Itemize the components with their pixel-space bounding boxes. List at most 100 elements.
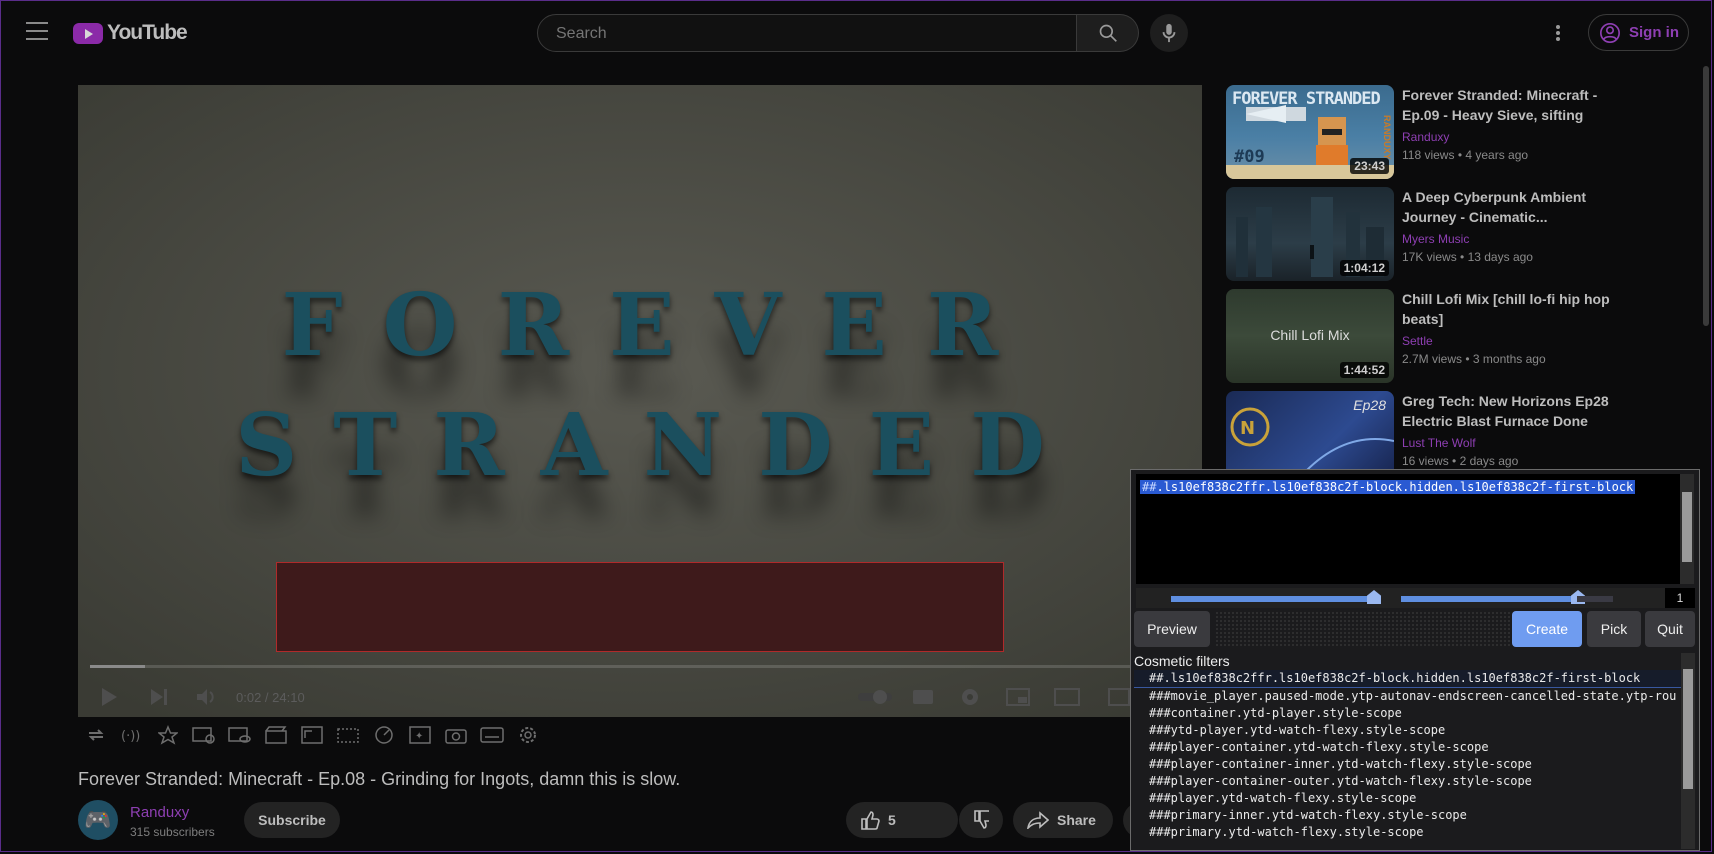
video-thumbnail[interactable]: FOREVER STRANDED #09 RANDUXY 23:43 [1226, 85, 1394, 179]
sign-in-label: Sign in [1629, 24, 1679, 41]
cosmetic-filter-item[interactable]: ###container.ytd-player.style-scope [1134, 705, 1682, 722]
voice-search-button[interactable] [1150, 14, 1188, 52]
cosmetic-filter-item[interactable]: ###player.ytd-watch-flexy.style-scope [1134, 790, 1682, 807]
cosmetic-list-scrollbar[interactable] [1681, 653, 1695, 849]
youtube-logo[interactable]: YouTube [73, 20, 188, 46]
recommendation-title[interactable]: Chill Lofi Mix [chill lo-fi hip hop beat… [1402, 289, 1612, 329]
like-count: 5 [888, 812, 896, 828]
textarea-scrollbar-thumb[interactable] [1682, 492, 1692, 562]
extension-settings-icon[interactable] [516, 723, 540, 747]
volume-icon [197, 689, 214, 705]
depth-slider[interactable] [1171, 590, 1381, 604]
page-scrollbar[interactable] [1703, 66, 1711, 326]
video-duration: 1:44:52 [1339, 362, 1389, 378]
recommendation-channel[interactable]: Myers Music [1402, 232, 1469, 246]
watched-icon[interactable] [228, 723, 252, 747]
fullscreen-icon [1108, 688, 1130, 706]
element-picker-panel: ##.ls10ef838c2ffr.ls10ef838c2f-block.hid… [1130, 469, 1700, 851]
filter-textarea[interactable]: ##.ls10ef838c2ffr.ls10ef838c2f-block.hid… [1136, 474, 1684, 584]
speed-icon[interactable] [372, 723, 396, 747]
create-button[interactable]: Create [1512, 611, 1582, 647]
upload-age: 3 months ago [1472, 352, 1546, 366]
cosmetic-filter-item[interactable]: ###player-container-outer.ytd-watch-flex… [1134, 773, 1682, 790]
autoplay-toggle[interactable] [858, 685, 892, 709]
cosmetic-filter-item[interactable]: ##.ls10ef838c2ffr.ls10ef838c2f-block.hid… [1134, 670, 1682, 688]
cinema-mode-icon[interactable] [336, 723, 360, 747]
depth-slider-knob[interactable] [1367, 590, 1381, 604]
subscribe-button[interactable]: Subscribe [244, 802, 340, 838]
search-input[interactable] [554, 24, 1058, 44]
specificity-sliders [1136, 588, 1684, 608]
video-thumbnail[interactable]: Chill Lofi Mix 1:44:52 [1226, 289, 1394, 383]
clapperboard-icon[interactable] [264, 723, 288, 747]
recommendation-item[interactable]: FOREVER STRANDED #09 RANDUXY 23:43 Forev… [1226, 85, 1626, 181]
theater-button[interactable] [1054, 685, 1080, 709]
dislike-button[interactable] [959, 802, 1003, 838]
toggle-icon [858, 690, 892, 704]
sign-in-button[interactable]: Sign in [1588, 14, 1689, 51]
recommendation-channel[interactable]: Randuxy [1402, 130, 1449, 144]
cosmetic-filter-item[interactable]: ###movie_player.paused-mode.ytp-autonav-… [1134, 688, 1682, 705]
page-scrollbar-thumb[interactable] [1703, 66, 1709, 326]
cosmetic-filters-label: Cosmetic filters [1134, 653, 1230, 669]
recommendation-meta: 118 views • 4 years ago [1402, 148, 1529, 162]
settings-button[interactable] [960, 685, 980, 709]
more-options-icon[interactable] [1548, 20, 1568, 46]
recommendation-title[interactable]: Greg Tech: New Horizons Ep28 Electric Bl… [1402, 391, 1612, 431]
keyboard-icon[interactable] [480, 723, 504, 747]
cosmetic-filter-item[interactable]: ###ytd-player.ytd-watch-flexy.style-scop… [1134, 722, 1682, 739]
thumbnail-title: Chill Lofi Mix [1270, 327, 1350, 343]
progress-bar[interactable] [90, 665, 1190, 668]
share-button[interactable]: Share [1013, 802, 1113, 838]
like-button[interactable]: 5 [846, 802, 958, 838]
cosmetic-filter-item[interactable]: ###primary.ytd-watch-flexy.style-scope [1134, 824, 1682, 841]
video-player[interactable]: FOREVER STRANDED 0:02 / 24:10 [78, 85, 1202, 717]
cosmetic-filter-item[interactable]: ###primary-inner.ytd-watch-flexy.style-s… [1134, 807, 1682, 824]
pick-button[interactable]: Pick [1587, 611, 1641, 647]
mono-audio-icon[interactable]: (·)) [120, 723, 144, 747]
search-box[interactable] [537, 14, 1077, 52]
recommendation-title[interactable]: A Deep Cyberpunk Ambient Journey - Cinem… [1402, 187, 1612, 227]
play-button[interactable] [100, 685, 118, 709]
svg-text:✦: ✦ [415, 731, 423, 742]
svg-text:(·)): (·)) [121, 729, 140, 744]
video-thumbnail[interactable]: 1:04:12 [1226, 187, 1394, 281]
time-display: 0:02 / 24:10 [236, 689, 305, 705]
search-button[interactable] [1077, 14, 1139, 52]
play-icon [102, 688, 117, 706]
selected-filter-text: ##.ls10ef838c2ffr.ls10ef838c2f-block.hid… [1140, 480, 1636, 494]
extension-toolbar: (·)) ✦ [84, 722, 540, 748]
menu-icon[interactable] [26, 22, 48, 40]
recommendation-item[interactable]: 1:04:12 A Deep Cyberpunk Ambient Journey… [1226, 187, 1626, 283]
gear-icon [962, 689, 978, 705]
subscriber-count: 315 subscribers [130, 825, 215, 839]
preview-button[interactable]: Preview [1134, 611, 1210, 647]
textarea-scrollbar[interactable] [1680, 474, 1694, 584]
cosmetic-filter-item[interactable]: ###player-container-inner.ytd-watch-flex… [1134, 756, 1682, 773]
quit-button[interactable]: Quit [1645, 611, 1695, 647]
captions-off-icon[interactable] [192, 723, 216, 747]
recommendation-item[interactable]: Chill Lofi Mix 1:44:52 Chill Lofi Mix [c… [1226, 289, 1626, 385]
fullscreen-button[interactable] [1108, 685, 1130, 709]
cosmetic-list-scrollbar-thumb[interactable] [1683, 669, 1693, 789]
video-duration: 1:04:12 [1339, 260, 1389, 276]
channel-avatar[interactable]: 🎮 [78, 800, 118, 840]
filters-icon[interactable]: ✦ [408, 723, 432, 747]
view-count: 17K views [1402, 250, 1457, 264]
next-button[interactable] [150, 685, 168, 709]
screenshot-icon[interactable] [444, 723, 468, 747]
recommendation-channel[interactable]: Settle [1402, 334, 1433, 348]
recommendation-title[interactable]: Forever Stranded: Minecraft - Ep.09 - He… [1402, 85, 1612, 125]
miniplayer-button[interactable] [1006, 685, 1030, 709]
recommendation-channel[interactable]: Lust The Wolf [1402, 436, 1476, 450]
cosmetic-filter-item[interactable]: ###player-container.ytd-watch-flexy.styl… [1134, 739, 1682, 756]
share-label: Share [1057, 812, 1096, 828]
specificity-slider[interactable] [1401, 590, 1613, 604]
volume-button[interactable] [196, 685, 218, 709]
aspect-ratio-icon[interactable] [300, 723, 324, 747]
channel-name[interactable]: Randuxy [130, 804, 189, 821]
loop-icon[interactable] [84, 723, 108, 747]
subtitles-button[interactable] [912, 685, 934, 709]
miniplayer-icon [1006, 688, 1030, 706]
star-icon[interactable] [156, 723, 180, 747]
